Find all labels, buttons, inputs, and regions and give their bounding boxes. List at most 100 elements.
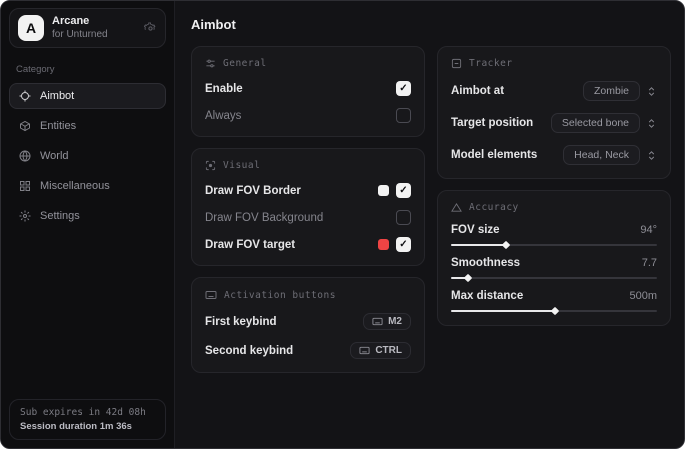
gear-icon bbox=[19, 210, 31, 222]
slider-thumb[interactable] bbox=[464, 274, 472, 282]
crosshair-icon bbox=[19, 90, 31, 102]
slider-value: 500m bbox=[629, 290, 657, 302]
setting-label: First keybind bbox=[205, 316, 277, 328]
visual-card: Visual Draw FOV Border ✓ Draw FOV Backgr… bbox=[191, 148, 425, 266]
slider-label: Max distance bbox=[451, 290, 523, 302]
setting-row-first-keybind: First keybind M2 bbox=[205, 313, 411, 330]
setting-row-second-keybind: Second keybind CTRL bbox=[205, 342, 411, 359]
target-position-select[interactable]: Selected bone bbox=[551, 113, 640, 133]
app-window: A Arcane for Unturned Category Aimbot bbox=[0, 0, 685, 449]
subscription-card: Sub expires in 42d 08h Session duration … bbox=[9, 399, 166, 440]
slider-thumb[interactable] bbox=[501, 241, 509, 249]
setting-row-fov-target: Draw FOV target ✓ bbox=[205, 237, 411, 252]
sidebar-item-label: Entities bbox=[40, 120, 76, 132]
smoothness-slider[interactable] bbox=[451, 277, 657, 279]
card-title: General bbox=[223, 58, 267, 69]
keyboard-icon bbox=[359, 345, 370, 356]
color-swatch[interactable] bbox=[378, 239, 389, 250]
globe-icon bbox=[19, 150, 31, 162]
max-distance-slider[interactable] bbox=[451, 310, 657, 312]
fov-target-checkbox[interactable]: ✓ bbox=[396, 237, 411, 252]
grid-icon bbox=[19, 180, 31, 192]
fov-border-checkbox[interactable]: ✓ bbox=[396, 183, 411, 198]
setting-label: Draw FOV Border bbox=[205, 185, 301, 197]
sub-expiry-text: Sub expires in 42d 08h bbox=[20, 407, 155, 418]
setting-row-aimbot-at: Aimbot at Zombie bbox=[451, 81, 657, 101]
sync-icon[interactable] bbox=[144, 22, 157, 35]
general-card: General Enable ✓ Always bbox=[191, 46, 425, 137]
setting-label: Target position bbox=[451, 117, 533, 129]
keyboard-icon bbox=[372, 316, 383, 327]
sidebar-item-label: Miscellaneous bbox=[40, 180, 110, 192]
main-panel: Aimbot General Enable ✓ bbox=[175, 1, 684, 448]
accuracy-card: Accuracy FOV size 94° Smoothness bbox=[437, 190, 671, 326]
sidebar-item-world[interactable]: World bbox=[9, 143, 166, 169]
card-title: Visual bbox=[223, 160, 260, 171]
slider-max-distance: Max distance 500m bbox=[451, 290, 657, 312]
setting-label: Aimbot at bbox=[451, 85, 504, 97]
enable-checkbox[interactable]: ✓ bbox=[396, 81, 411, 96]
keybind-value: M2 bbox=[388, 316, 402, 327]
sliders-icon bbox=[205, 58, 216, 69]
activation-card: Activation buttons First keybind M2 Seco… bbox=[191, 277, 425, 373]
fov-background-checkbox[interactable] bbox=[396, 210, 411, 225]
card-title: Activation buttons bbox=[224, 290, 336, 301]
keybind-value: CTRL bbox=[375, 345, 402, 356]
setting-row-always: Always bbox=[205, 108, 411, 123]
scan-eye-icon bbox=[205, 160, 216, 171]
app-subtitle: for Unturned bbox=[52, 29, 136, 41]
slider-smoothness: Smoothness 7.7 bbox=[451, 257, 657, 279]
sidebar-item-miscellaneous[interactable]: Miscellaneous bbox=[9, 173, 166, 199]
color-swatch[interactable] bbox=[378, 185, 389, 196]
setting-row-enable: Enable ✓ bbox=[205, 81, 411, 96]
setting-row-fov-border: Draw FOV Border ✓ bbox=[205, 183, 411, 198]
slider-fov-size: FOV size 94° bbox=[451, 224, 657, 246]
setting-label: Enable bbox=[205, 83, 243, 95]
keyboard-icon bbox=[205, 289, 217, 301]
slider-value: 94° bbox=[640, 224, 657, 236]
cube-icon bbox=[19, 120, 31, 132]
sidebar-item-label: Settings bbox=[40, 210, 80, 222]
sidebar-item-settings[interactable]: Settings bbox=[9, 203, 166, 229]
slider-label: Smoothness bbox=[451, 257, 520, 269]
setting-label: Draw FOV Background bbox=[205, 212, 323, 224]
minus-square-icon bbox=[451, 58, 462, 69]
aimbot-at-select[interactable]: Zombie bbox=[583, 81, 640, 101]
app-logo: A bbox=[18, 15, 44, 41]
sidebar: A Arcane for Unturned Category Aimbot bbox=[1, 1, 175, 448]
setting-label: Always bbox=[205, 110, 241, 122]
page-title: Aimbot bbox=[191, 17, 671, 32]
app-title: Arcane bbox=[52, 15, 136, 28]
setting-label: Draw FOV target bbox=[205, 239, 295, 251]
setting-label: Second keybind bbox=[205, 345, 293, 357]
tracker-card: Tracker Aimbot at Zombie Target position bbox=[437, 46, 671, 179]
model-elements-select[interactable]: Head, Neck bbox=[563, 145, 640, 165]
always-checkbox[interactable] bbox=[396, 108, 411, 123]
category-label: Category bbox=[16, 64, 174, 75]
setting-row-fov-background: Draw FOV Background bbox=[205, 210, 411, 225]
fov-size-slider[interactable] bbox=[451, 244, 657, 246]
setting-row-target-position: Target position Selected bone bbox=[451, 113, 657, 133]
slider-thumb[interactable] bbox=[551, 307, 559, 315]
slider-value: 7.7 bbox=[642, 257, 657, 269]
sidebar-nav: Aimbot Entities World Miscellaneous bbox=[1, 83, 174, 229]
sidebar-item-label: World bbox=[40, 150, 69, 162]
left-column: General Enable ✓ Always bbox=[191, 46, 425, 373]
sidebar-item-aimbot[interactable]: Aimbot bbox=[9, 83, 166, 109]
sidebar-item-entities[interactable]: Entities bbox=[9, 113, 166, 139]
right-column: Tracker Aimbot at Zombie Target position bbox=[437, 46, 671, 326]
card-title: Accuracy bbox=[469, 202, 519, 213]
unfold-icon[interactable] bbox=[646, 150, 657, 161]
unfold-icon[interactable] bbox=[646, 86, 657, 97]
card-title: Tracker bbox=[469, 58, 513, 69]
sidebar-item-label: Aimbot bbox=[40, 90, 74, 102]
setting-label: Model elements bbox=[451, 149, 537, 161]
brand-text: Arcane for Unturned bbox=[52, 15, 136, 40]
slider-label: FOV size bbox=[451, 224, 500, 236]
triangle-icon bbox=[451, 202, 462, 213]
second-keybind-button[interactable]: CTRL bbox=[350, 342, 411, 359]
session-duration-text: Session duration 1m 36s bbox=[20, 421, 155, 432]
first-keybind-button[interactable]: M2 bbox=[363, 313, 411, 330]
unfold-icon[interactable] bbox=[646, 118, 657, 129]
setting-row-model-elements: Model elements Head, Neck bbox=[451, 145, 657, 165]
